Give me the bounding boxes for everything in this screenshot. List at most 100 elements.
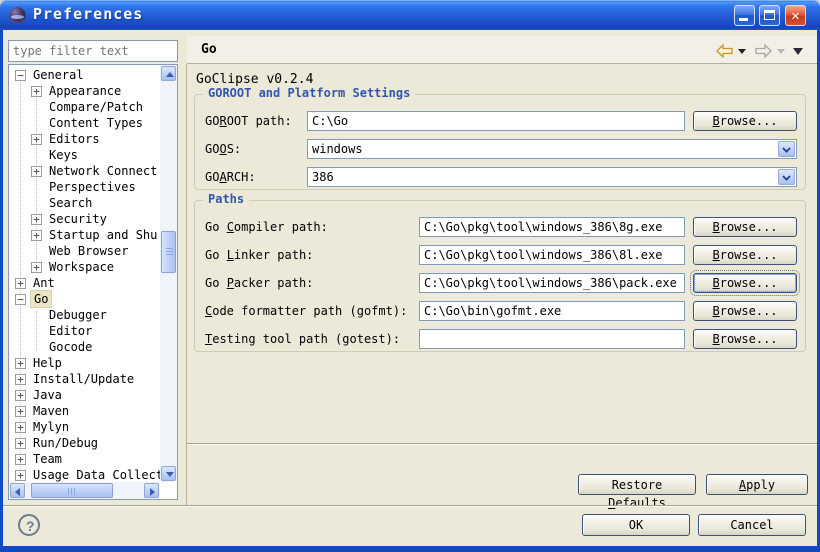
ok-button[interactable]: OK — [582, 514, 690, 536]
close-button[interactable]: ✕ — [785, 5, 806, 26]
collapse-icon[interactable]: − — [15, 70, 26, 81]
go-packer-path-input[interactable]: C:\Go\pkg\tool\windows_386\pack.exe — [419, 273, 685, 293]
tree-item-run-debug[interactable]: +Run/Debug — [9, 435, 160, 451]
expand-icon[interactable]: + — [15, 454, 26, 465]
filter-input[interactable] — [8, 40, 178, 62]
tree-item-gocode[interactable]: Gocode — [9, 339, 160, 355]
back-arrow-icon[interactable] — [716, 44, 734, 58]
expand-icon[interactable]: + — [31, 86, 42, 97]
tree-item-label: Usage Data Collect — [30, 467, 160, 482]
tree-item-search[interactable]: Search — [9, 195, 160, 211]
maximize-button[interactable] — [759, 5, 780, 26]
expand-icon[interactable]: + — [15, 422, 26, 433]
expand-icon[interactable]: + — [31, 214, 42, 225]
expand-icon[interactable]: + — [15, 438, 26, 449]
browse-button-goroot-path[interactable]: Browse... — [693, 111, 797, 131]
tree-item-workspace[interactable]: +Workspace — [9, 259, 160, 275]
goroot-path-input[interactable]: C:\Go — [307, 111, 685, 131]
horizontal-scroll-thumb[interactable] — [31, 483, 113, 498]
cancel-button[interactable]: Cancel — [698, 514, 806, 536]
tree-item-compare-patch[interactable]: Compare/Patch — [9, 99, 160, 115]
preferences-tree-panel: −General + AppearanceCompare/PatchContent … — [8, 64, 178, 500]
titlebar[interactable]: Preferences ✕ — [0, 0, 820, 30]
view-menu-icon[interactable] — [793, 48, 803, 55]
tree-item-editor[interactable]: Editor — [9, 323, 160, 339]
forward-history-dropdown-icon[interactable] — [777, 49, 785, 54]
expand-icon[interactable]: + — [15, 470, 26, 481]
tree-item-usage-data-collect[interactable]: + Usage Data Collect — [9, 467, 160, 482]
tree-item-content-types[interactable]: Content Types — [9, 115, 160, 131]
tree-item-editors[interactable]: +Editors — [9, 131, 160, 147]
tree-horizontal-scrollbar[interactable] — [9, 482, 160, 499]
scroll-right-button[interactable] — [144, 483, 159, 498]
scroll-up-button[interactable] — [161, 66, 176, 81]
scroll-left-button[interactable] — [10, 483, 25, 498]
expand-icon[interactable]: + — [31, 230, 42, 241]
go-compiler-path-input[interactable]: C:\Go\pkg\tool\windows_386\8g.exe — [419, 217, 685, 237]
tree-item-appearance[interactable]: + Appearance — [9, 83, 160, 99]
goos-combo[interactable]: windows — [307, 139, 797, 159]
expand-icon[interactable]: + — [15, 406, 26, 417]
tree-item-ant[interactable]: + Ant — [9, 275, 160, 291]
tree-item-java[interactable]: +Java — [9, 387, 160, 403]
tree-item-label: Ant — [30, 275, 58, 291]
tree-item-go[interactable]: −Go — [9, 291, 160, 307]
back-history-dropdown-icon[interactable] — [738, 49, 746, 54]
tree-item-network-connect[interactable]: +Network Connect — [9, 163, 160, 179]
goarch-combo[interactable]: 386 — [307, 167, 797, 187]
tree-item-help[interactable]: +Help — [9, 355, 160, 371]
browse-button-go-compiler-path[interactable]: Browse... — [693, 217, 797, 237]
tree-item-label: Compare/Patch — [46, 99, 146, 115]
tree-item-mylyn[interactable]: +Mylyn — [9, 419, 160, 435]
combo-dropdown-icon[interactable] — [778, 169, 795, 185]
vertical-scroll-thumb[interactable] — [161, 231, 176, 273]
page-title: Go — [201, 42, 217, 57]
browse-button-testing-tool-path-gotest[interactable]: Browse... — [693, 329, 797, 349]
tree-item-debugger[interactable]: Debugger — [9, 307, 160, 323]
browse-button-go-linker-path[interactable]: Browse... — [693, 245, 797, 265]
tree-item-startup-and-shu[interactable]: +Startup and Shu — [9, 227, 160, 243]
field-label-code-formatter-path-gofmt: Code formatter path (gofmt): — [205, 304, 407, 318]
tree-item-web-browser[interactable]: Web Browser — [9, 243, 160, 259]
expand-icon[interactable]: + — [31, 166, 42, 177]
field-label-go-compiler-path: Go Compiler path: — [205, 220, 328, 234]
tree-item-label: Appearance — [46, 83, 124, 99]
go-linker-path-input[interactable]: C:\Go\pkg\tool\windows_386\8l.exe — [419, 245, 685, 265]
panel-divider[interactable] — [186, 64, 187, 505]
restore-defaults-button[interactable]: Restore Defaults — [578, 474, 696, 495]
expand-icon[interactable]: + — [15, 374, 26, 385]
browse-button-code-formatter-path-gofmt[interactable]: Browse... — [693, 301, 797, 321]
browse-button-go-packer-path[interactable]: Browse... — [693, 273, 797, 293]
minimize-button[interactable] — [734, 5, 755, 26]
field-label-go-packer-path: Go Packer path: — [205, 276, 313, 290]
testing-tool-path-gotest-input[interactable] — [419, 329, 685, 349]
tree-item-team[interactable]: +Team — [9, 451, 160, 467]
tree-vertical-scrollbar[interactable] — [160, 65, 177, 482]
scroll-down-button[interactable] — [161, 466, 176, 481]
apply-button[interactable]: Apply — [706, 474, 808, 495]
tree-item-general[interactable]: −General — [9, 67, 160, 83]
button-bar-separator — [3, 505, 817, 507]
expand-icon[interactable]: + — [15, 278, 26, 289]
field-label-goroot-path: GOROOT path: — [205, 114, 292, 128]
combo-dropdown-icon[interactable] — [778, 141, 795, 157]
tree-item-keys[interactable]: Keys — [9, 147, 160, 163]
tree-item-label: Web Browser — [46, 243, 131, 259]
collapse-icon[interactable]: − — [15, 294, 26, 305]
tree-item-label: Debugger — [46, 307, 110, 323]
thumb-grip-icon — [166, 248, 173, 256]
expand-icon[interactable]: + — [31, 134, 42, 145]
tree-item-install-update[interactable]: +Install/Update — [9, 371, 160, 387]
expand-icon[interactable]: + — [15, 358, 26, 369]
help-button[interactable]: ? — [18, 514, 40, 536]
expand-icon[interactable]: + — [15, 390, 26, 401]
code-formatter-path-gofmt-input[interactable]: C:\Go\bin\gofmt.exe — [419, 301, 685, 321]
window-title: Preferences — [33, 5, 143, 23]
tree-item-security[interactable]: +Security — [9, 211, 160, 227]
minimize-icon — [739, 18, 748, 21]
tree-item-perspectives[interactable]: Perspectives — [9, 179, 160, 195]
tree-item-maven[interactable]: +Maven — [9, 403, 160, 419]
combo-selected-value: windows — [312, 142, 363, 156]
expand-icon[interactable]: + — [31, 262, 42, 273]
forward-arrow-icon[interactable] — [754, 44, 772, 58]
